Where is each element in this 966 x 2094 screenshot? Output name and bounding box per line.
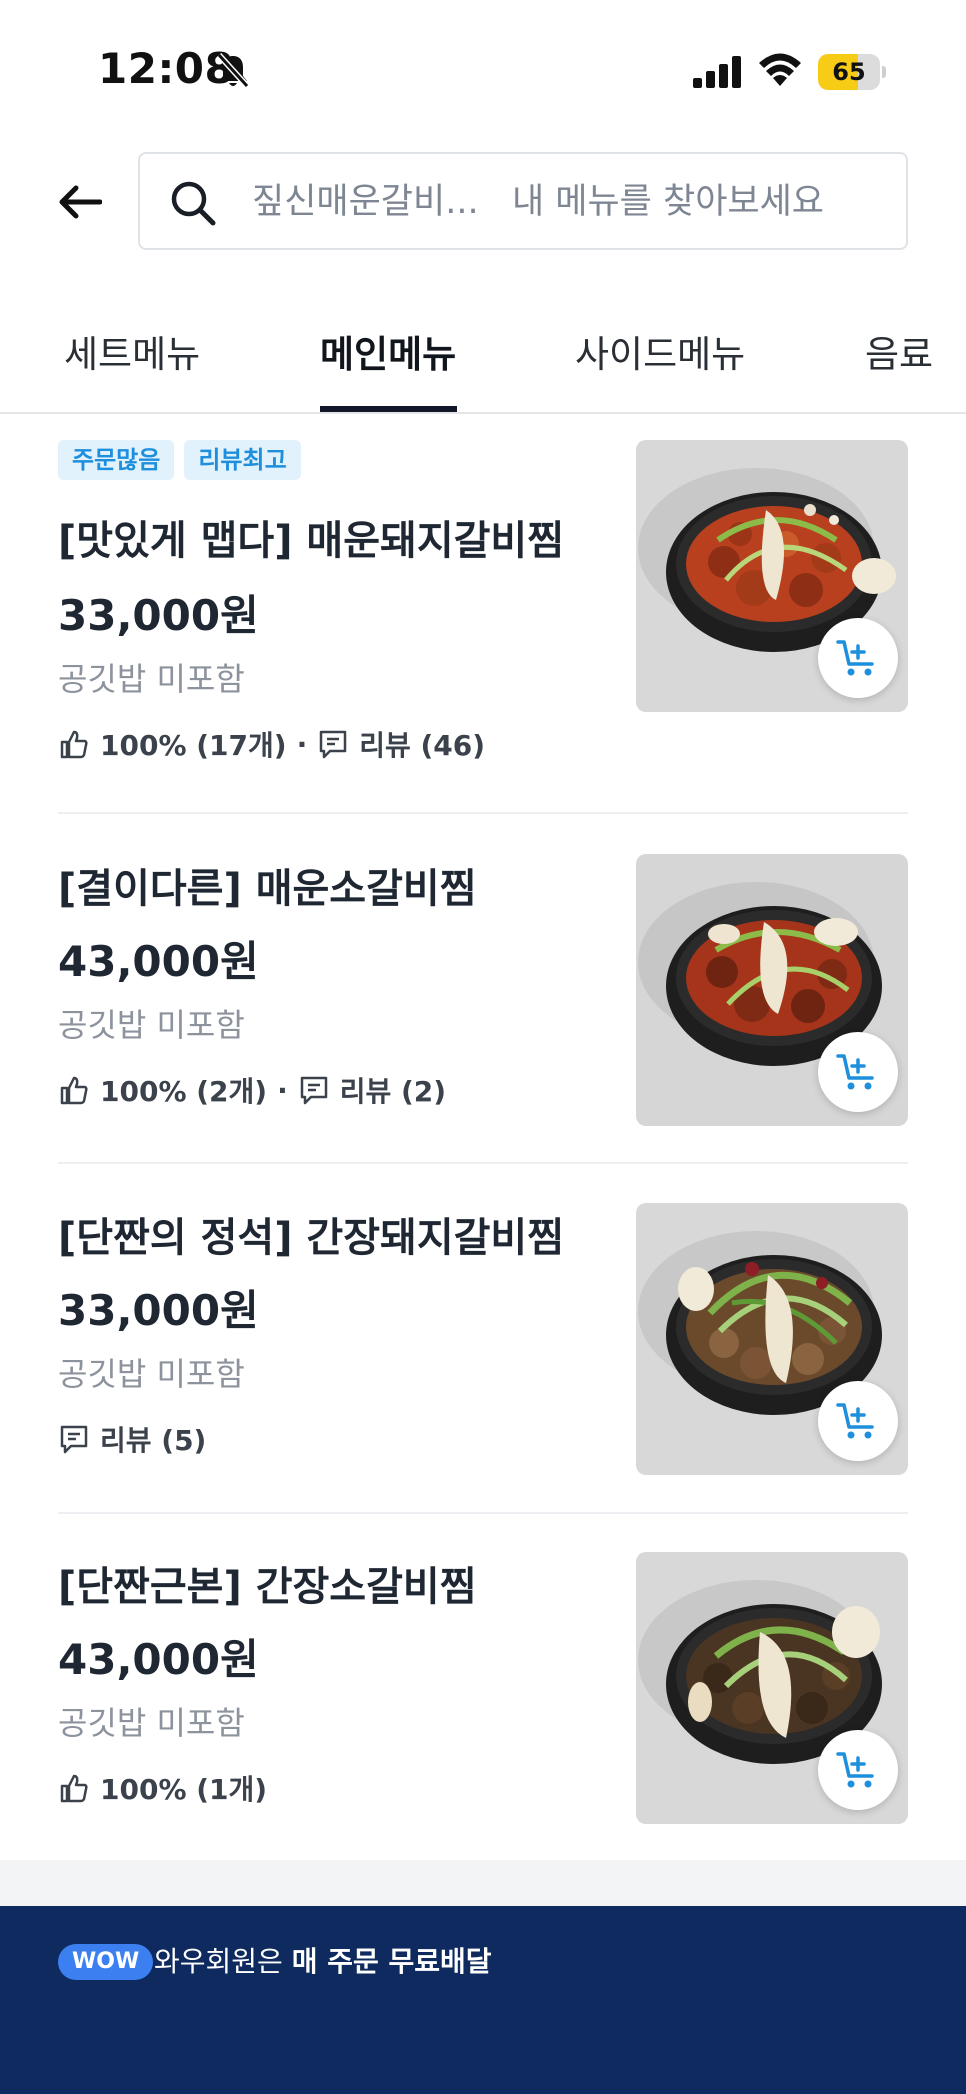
badge-best-review: 리뷰최고	[184, 440, 301, 480]
tab-side-menu[interactable]: 사이드메뉴	[575, 324, 745, 378]
item-note: 공깃밥 미포함	[58, 1355, 245, 1393]
review-count: 리뷰 (46)	[359, 729, 486, 762]
item-divider	[58, 812, 908, 814]
thumbs-up-icon	[60, 1076, 88, 1105]
add-to-cart-button[interactable]	[818, 618, 898, 698]
back-button[interactable]	[50, 172, 110, 232]
food-image[interactable]	[636, 1203, 908, 1475]
review-bubble-icon	[319, 730, 347, 759]
bell-slash-icon	[216, 52, 250, 89]
wow-banner-text: 와우회원은 매 주문 무료배달	[154, 1944, 492, 1980]
like-rate: 100% (1개)	[100, 1773, 268, 1806]
thumbs-up-icon	[60, 730, 88, 759]
add-to-cart-button[interactable]	[818, 1730, 898, 1810]
item-name: [맛있게 맵다] 매운돼지갈비찜	[58, 518, 565, 564]
status-bar: 12:08 65	[0, 0, 966, 140]
item-name: [결이다른] 매운소갈비찜	[58, 866, 477, 912]
review-count: 리뷰 (5)	[100, 1424, 207, 1457]
search-icon	[171, 181, 216, 226]
menu-item[interactable]: [결이다른] 매운소갈비찜 43,000원 공깃밥 미포함 100% (2개) …	[0, 854, 966, 1164]
item-stats: 리뷰 (5)	[58, 1419, 206, 1459]
review-bubble-icon	[60, 1425, 88, 1454]
wow-badge: WOW	[58, 1944, 154, 1980]
menu-item[interactable]: 주문많음 리뷰최고 [맛있게 맵다] 매운돼지갈비찜 33,000원 공깃밥 미…	[0, 440, 966, 812]
battery-level: 65	[832, 58, 866, 86]
item-stats: 100% (1개)	[58, 1768, 267, 1808]
battery-icon: 65	[818, 54, 886, 90]
status-time: 12:08	[98, 44, 235, 93]
review-count: 리뷰 (2)	[339, 1075, 447, 1108]
search-input[interactable]	[252, 172, 882, 232]
category-tabs: 세트메뉴 메인메뉴 사이드메뉴 음료	[0, 296, 966, 414]
item-note: 공깃밥 미포함	[58, 660, 245, 698]
like-rate: 100% (17개)	[100, 729, 287, 762]
wow-text-bold: 매 주문 무료배달	[291, 1945, 492, 1978]
tab-drinks[interactable]: 음료	[865, 324, 933, 378]
cart-plus-icon	[836, 1752, 874, 1788]
item-stats: 100% (17개) · 리뷰 (46)	[58, 724, 485, 764]
food-image[interactable]	[636, 1552, 908, 1824]
wow-text-prefix: 와우회원은	[154, 1945, 292, 1978]
stat-separator: ·	[277, 1073, 288, 1107]
menu-item[interactable]: [단짠의 정석] 간장돼지갈비찜 33,000원 공깃밥 미포함 리뷰 (5)	[0, 1203, 966, 1513]
wifi-icon	[759, 53, 801, 86]
food-image[interactable]	[636, 854, 908, 1126]
item-badges: 주문많음 리뷰최고	[58, 440, 301, 480]
thumbs-up-icon	[60, 1774, 88, 1803]
back-arrow-icon	[59, 185, 102, 219]
badge-popular: 주문많음	[58, 440, 175, 480]
item-note: 공깃밥 미포함	[58, 1006, 245, 1044]
wow-banner[interactable]: WOW 와우회원은 매 주문 무료배달	[0, 1906, 966, 2094]
item-stats: 100% (2개) · 리뷰 (2)	[58, 1070, 446, 1110]
signal-icon	[693, 56, 741, 88]
item-price: 43,000원	[58, 1635, 259, 1684]
section-gap	[0, 1860, 966, 1906]
item-divider	[58, 1512, 908, 1514]
item-name: [단짠근본] 간장소갈비찜	[58, 1564, 477, 1610]
item-divider	[58, 1162, 908, 1164]
item-name: [단짠의 정석] 간장돼지갈비찜	[58, 1215, 565, 1261]
tab-main-menu[interactable]: 메인메뉴	[320, 324, 456, 378]
active-tab-indicator	[320, 406, 457, 412]
review-bubble-icon	[300, 1076, 327, 1105]
menu-item[interactable]: [단짠근본] 간장소갈비찜 43,000원 공깃밥 미포함 100% (1개)	[0, 1552, 966, 1852]
item-price: 33,000원	[58, 591, 259, 640]
cart-plus-icon	[836, 640, 874, 676]
add-to-cart-button[interactable]	[818, 1032, 898, 1112]
item-price: 33,000원	[58, 1286, 259, 1335]
stat-separator: ·	[296, 727, 308, 761]
item-price: 43,000원	[58, 937, 259, 986]
food-image[interactable]	[636, 440, 908, 712]
item-note: 공깃밥 미포함	[58, 1704, 245, 1742]
add-to-cart-button[interactable]	[818, 1381, 898, 1461]
search-box[interactable]	[138, 152, 908, 250]
cart-plus-icon	[836, 1054, 874, 1090]
cart-plus-icon	[836, 1403, 874, 1439]
tab-set-menu[interactable]: 세트메뉴	[64, 324, 200, 378]
like-rate: 100% (2개)	[100, 1075, 268, 1108]
